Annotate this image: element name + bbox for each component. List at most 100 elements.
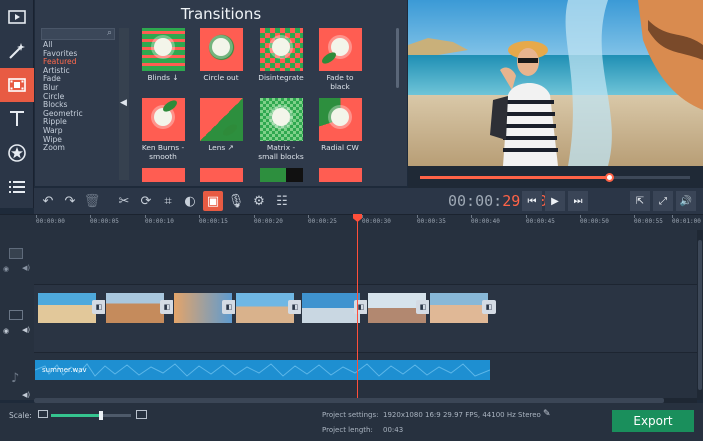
transition-label: Radial CW (321, 143, 359, 152)
panel-scrollbar[interactable] (396, 28, 399, 88)
ruler-tick: 00:00:00 (36, 215, 65, 225)
transition-tile[interactable] (309, 168, 371, 182)
transition-thumbnail (141, 28, 185, 71)
trash-icon[interactable]: 🗑 (82, 191, 102, 211)
audio-clip[interactable]: summer.wav (35, 360, 490, 380)
transition-marker-icon[interactable]: ◧ (92, 300, 106, 314)
transition-thumbnail (318, 168, 362, 182)
list-menu-icon[interactable] (0, 170, 34, 204)
scale-handle[interactable] (98, 411, 103, 420)
transition-tile[interactable] (132, 168, 194, 182)
transition-marker-icon[interactable]: ◧ (222, 300, 236, 314)
microphone-icon[interactable]: 🎙 (226, 191, 246, 211)
ruler-tick: 00:00:35 (417, 215, 446, 225)
video-clip[interactable] (429, 292, 489, 324)
seek-track[interactable] (420, 173, 690, 182)
chevron-left-icon: ◀ (120, 98, 127, 108)
audio-clip-label: summer.wav (42, 366, 87, 374)
search-icon: ⌕ (106, 28, 112, 38)
transition-tile[interactable]: Circle out (190, 28, 252, 83)
ruler-tick: 00:00:55 (634, 215, 663, 225)
ruler-tick: 00:00:20 (254, 215, 283, 225)
ruler-tick: 00:00:05 (90, 215, 119, 225)
magic-wand-icon[interactable] (0, 34, 34, 68)
preview-frame (408, 0, 703, 166)
zoom-in-icon[interactable] (136, 410, 147, 419)
transition-label: Blinds ↓ (147, 73, 179, 82)
export-button[interactable]: Export (612, 410, 694, 432)
zoom-out-icon[interactable] (38, 410, 48, 418)
import-media-icon[interactable] (0, 0, 34, 34)
scale-slider[interactable] (51, 411, 131, 420)
export-frame-icon[interactable]: ⇱ (630, 191, 650, 211)
transition-thumbnail (259, 98, 303, 141)
transition-tile[interactable]: Disintegrate (250, 28, 312, 83)
transition-marker-icon[interactable]: ◧ (482, 300, 496, 314)
ruler-tick: 00:00:40 (471, 215, 500, 225)
transition-label: Fade to black (326, 73, 354, 91)
speaker-icon[interactable]: ◀) (22, 326, 30, 334)
color-adjust-icon[interactable]: ◐ (180, 191, 200, 211)
transition-tile[interactable]: Ken Burns - smooth (132, 98, 194, 161)
next-frame-icon[interactable]: ⏭ (568, 191, 588, 211)
category-list: All Favorites Featured Artistic Fade Blu… (43, 40, 117, 153)
ruler-tick: 00:00:10 (145, 215, 174, 225)
pencil-icon[interactable]: ✎ (543, 409, 551, 419)
category-search-input[interactable]: ⌕ (41, 28, 115, 40)
transition-tile[interactable]: Matrix - small blocks (250, 98, 312, 161)
volume-icon[interactable]: 🔊 (676, 191, 696, 211)
star-sticker-icon[interactable] (0, 136, 34, 170)
video-clip[interactable] (105, 292, 165, 324)
video-clip[interactable] (235, 292, 295, 324)
timeline-ruler[interactable]: 00:00:00 00:00:05 00:00:10 00:00:15 00:0… (0, 214, 703, 230)
transition-tile[interactable]: Radial CW (309, 98, 371, 153)
transition-marker-icon[interactable]: ◧ (160, 300, 174, 314)
transition-tile[interactable]: Blinds ↓ (132, 28, 194, 83)
speaker-icon[interactable]: ◀) (22, 391, 30, 399)
gear-icon[interactable]: ⚙ (249, 191, 269, 211)
redo-icon[interactable]: ↷ (60, 191, 80, 211)
transition-thumbnail (259, 28, 303, 71)
scissors-icon[interactable]: ✂ (114, 191, 134, 211)
transition-tile[interactable]: Lens ↗ (190, 98, 252, 153)
transition-label: Ken Burns - smooth (141, 143, 185, 161)
transition-tile[interactable] (190, 168, 252, 182)
ruler-tick: 00:00:50 (580, 215, 609, 225)
transitions-film-icon[interactable] (0, 68, 34, 102)
transition-marker-icon[interactable]: ◧ (288, 300, 302, 314)
eye-icon[interactable]: ◉ (3, 327, 9, 335)
previous-frame-icon[interactable]: ⏮ (522, 191, 542, 211)
transition-thumbnail (141, 98, 185, 141)
rotate-icon[interactable]: ⟳ (136, 191, 156, 211)
tool-rail (0, 0, 34, 208)
fullscreen-icon[interactable]: ⤢ (653, 191, 673, 211)
play-icon[interactable]: ▶ (545, 191, 565, 211)
timeline-vertical-scrollbar[interactable] (697, 230, 703, 400)
overlay-lane[interactable] (34, 230, 697, 285)
transitions-panel: Transitions ⌕ All Favorites Featured Art… (35, 0, 407, 186)
image-overlay-icon[interactable]: ▣ (203, 191, 223, 211)
transition-label: Disintegrate (258, 73, 304, 82)
seek-handle[interactable] (605, 173, 614, 182)
category-collapse-bar[interactable]: ◀ (119, 28, 129, 180)
speaker-icon[interactable]: ◀) (22, 264, 30, 272)
preview-seekbar[interactable] (408, 166, 703, 188)
category-item[interactable]: Zoom (43, 144, 117, 153)
video-clip[interactable] (37, 292, 97, 324)
crop-icon[interactable]: ⌗ (158, 191, 178, 211)
video-preview[interactable] (408, 0, 703, 166)
undo-icon[interactable]: ↶ (38, 191, 58, 211)
equalizer-icon[interactable]: ☷ (272, 191, 292, 211)
transition-tile[interactable]: Fade to black (309, 28, 371, 91)
transition-label: Lens ↗ (208, 143, 234, 152)
transition-thumbnail (318, 28, 362, 71)
video-clip[interactable] (301, 292, 361, 324)
transition-tile[interactable] (250, 168, 312, 182)
eye-icon[interactable]: ◉ (3, 265, 9, 273)
transitions-grid: Blinds ↓ Circle out Disintegrate Fade to… (132, 28, 394, 182)
edit-toolbar: ↶ ↷ 🗑 ✂ ⟳ ⌗ ◐ ▣ 🎙 ⚙ ☷ 00:00:29.700 ⏮ ▶ ⏭… (34, 188, 703, 214)
playhead[interactable] (357, 214, 358, 400)
transition-marker-icon[interactable]: ◧ (416, 300, 430, 314)
text-tool-icon[interactable] (0, 102, 34, 136)
transition-label: Circle out (203, 73, 239, 82)
